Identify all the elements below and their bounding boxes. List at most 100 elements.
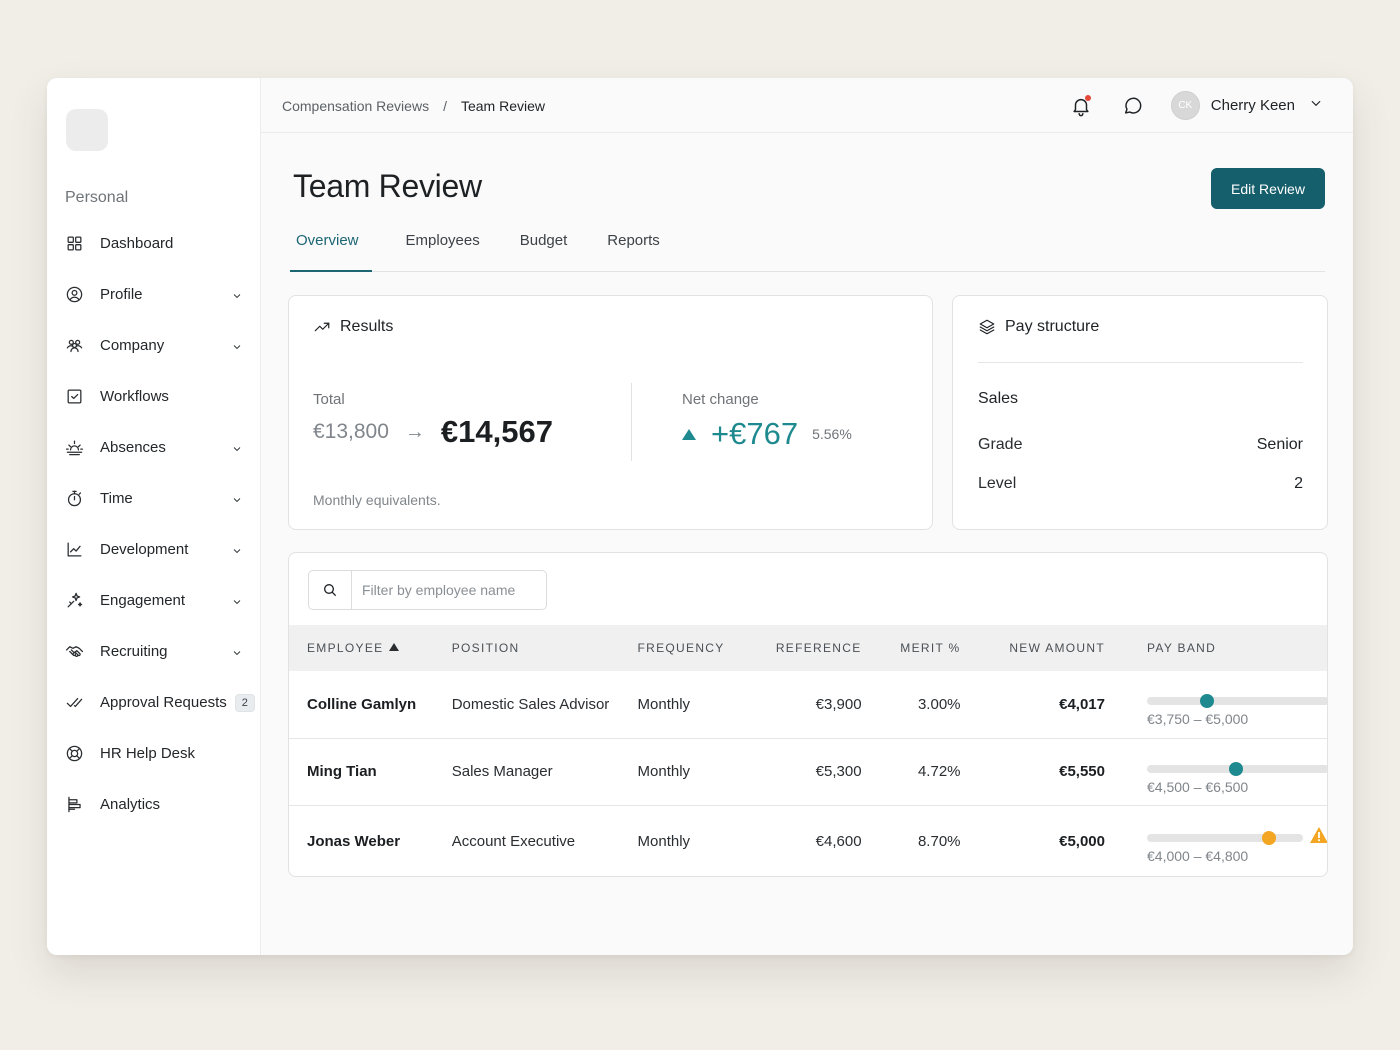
app-window: Personal Dashboard Profile Company Workflow… bbox=[47, 78, 1353, 955]
sidebar-item-workflows[interactable]: Workflows bbox=[47, 371, 261, 422]
pay-band-range: €4,000 – €4,800 bbox=[1147, 848, 1249, 865]
sunrise-icon bbox=[64, 438, 84, 458]
search-input[interactable] bbox=[352, 571, 542, 609]
pay-band-track bbox=[1147, 697, 1327, 706]
table-row[interactable]: Jonas Weber Account Executive Monthly €4,60… bbox=[289, 805, 1328, 876]
tab-reports[interactable]: Reports bbox=[601, 216, 666, 272]
position-cell: Domestic Sales Advisor bbox=[451, 671, 638, 739]
search-icon[interactable] bbox=[309, 571, 352, 609]
net-change-row: +€767 5.56% bbox=[682, 416, 852, 452]
chevron-down-icon[interactable] bbox=[231, 340, 243, 352]
employee-search bbox=[308, 570, 547, 610]
frequency-cell: Monthly bbox=[637, 832, 691, 850]
divider bbox=[631, 383, 632, 461]
breadcrumb-separator: / bbox=[443, 98, 447, 114]
pay-band-cell: €4,500 – €6,500 bbox=[1105, 738, 1327, 806]
employee-name[interactable]: Colline Gamlyn bbox=[289, 671, 452, 739]
chart-line-icon bbox=[64, 540, 84, 560]
sidebar-item-label: Time bbox=[100, 490, 133, 507]
chevron-down-icon[interactable] bbox=[1309, 96, 1323, 115]
tab-employees[interactable]: Employees bbox=[400, 216, 486, 272]
tab-budget[interactable]: Budget bbox=[514, 216, 574, 272]
top-actions: CK Cherry Keen bbox=[1067, 91, 1323, 120]
merit-cell[interactable]: 8.70% bbox=[862, 805, 961, 876]
layers-icon bbox=[979, 319, 995, 335]
pay-structure-title: Pay structure bbox=[978, 318, 1099, 336]
chevron-down-icon[interactable] bbox=[231, 493, 243, 505]
column-position[interactable]: POSITION bbox=[452, 625, 638, 671]
sidebar-item-time[interactable]: Time bbox=[47, 473, 261, 524]
reference-cell: €4,600 bbox=[815, 832, 862, 850]
sidebar-item-engagement[interactable]: Engagement bbox=[47, 575, 261, 626]
main-area: Compensation Reviews / Team Review CK Ch… bbox=[261, 78, 1353, 955]
column-merit[interactable]: MERIT % bbox=[862, 625, 961, 671]
warning-icon[interactable] bbox=[1309, 826, 1328, 844]
employee-name[interactable]: Ming Tian bbox=[289, 738, 452, 806]
column-pay-band[interactable]: PAY BAND bbox=[1105, 625, 1327, 671]
column-new-amount[interactable]: NEW AMOUNT bbox=[961, 625, 1105, 671]
results-footnote: Monthly equivalents. bbox=[313, 492, 441, 508]
sidebar-item-label: Profile bbox=[100, 286, 143, 303]
pay-band-track bbox=[1147, 834, 1303, 843]
chevron-down-icon[interactable] bbox=[231, 595, 243, 607]
pay-band-cell: €4,000 – €4,800 bbox=[1105, 805, 1328, 876]
sidebar-item-label: Engagement bbox=[100, 592, 186, 609]
chevron-down-icon[interactable] bbox=[231, 544, 243, 556]
merit-cell[interactable]: 3.00% bbox=[861, 671, 961, 739]
arrow-right-icon: → bbox=[404, 420, 425, 443]
table-header-row: EMPLOYEE POSITION FREQUENCY REFERENCE ME… bbox=[289, 625, 1327, 671]
column-employee[interactable]: EMPLOYEE bbox=[289, 625, 452, 671]
net-change-percent: 5.56% bbox=[812, 426, 852, 442]
bell-icon[interactable] bbox=[1067, 92, 1095, 120]
merit-cell[interactable]: 4.72% bbox=[861, 738, 961, 806]
breadcrumb-compensation-reviews[interactable]: Compensation Reviews bbox=[282, 98, 429, 114]
pay-band-marker bbox=[1262, 831, 1276, 846]
user-circle-icon bbox=[64, 285, 84, 305]
sidebar-item-dashboard[interactable]: Dashboard bbox=[47, 218, 261, 269]
tab-overview[interactable]: Overview bbox=[290, 216, 372, 272]
column-reference[interactable]: REFERENCE bbox=[749, 625, 862, 671]
divider bbox=[978, 362, 1303, 363]
employee-name[interactable]: Jonas Weber bbox=[289, 805, 452, 876]
handshake-icon bbox=[64, 642, 84, 662]
chevron-down-icon[interactable] bbox=[231, 289, 243, 301]
trending-up-icon bbox=[314, 322, 330, 332]
frequency-cell: Monthly bbox=[637, 671, 750, 739]
grade-row: Grade Senior bbox=[978, 436, 1303, 454]
sidebar-item-hr-help-desk[interactable]: HR Help Desk bbox=[47, 728, 261, 779]
net-change-label: Net change bbox=[682, 391, 759, 408]
table-row[interactable]: Colline Gamlyn Domestic Sales Advisor Mont… bbox=[289, 671, 1327, 739]
results-card: Results Total €13,800 → €14,567 Net chan… bbox=[288, 295, 933, 530]
new-amount-cell: €5,550 bbox=[960, 738, 1105, 806]
pay-band: €4,000 – €4,800 bbox=[1147, 821, 1328, 865]
chat-icon[interactable] bbox=[1119, 92, 1147, 120]
sidebar-item-approval-requests[interactable]: Approval Requests 2 bbox=[47, 677, 261, 728]
top-bar: Compensation Reviews / Team Review CK Ch… bbox=[261, 78, 1353, 133]
breadcrumb: Compensation Reviews / Team Review bbox=[282, 98, 545, 114]
sort-ascending-icon[interactable] bbox=[389, 643, 400, 651]
pay-structure-card: Pay structure Sales Grade Senior Level 2 bbox=[952, 295, 1328, 530]
level-value: 2 bbox=[1294, 475, 1303, 492]
chevron-down-icon[interactable] bbox=[231, 646, 243, 658]
chevron-down-icon[interactable] bbox=[231, 442, 243, 454]
level-row: Level 2 bbox=[978, 475, 1303, 493]
sidebar-item-absences[interactable]: Absences bbox=[47, 422, 261, 473]
sidebar-item-recruiting[interactable]: Recruiting bbox=[47, 626, 261, 677]
edit-review-button[interactable]: Edit Review bbox=[1211, 168, 1325, 209]
sidebar-item-label: Development bbox=[100, 541, 189, 558]
avatar[interactable]: CK bbox=[1170, 91, 1200, 120]
new-amount-cell: €4,017 bbox=[960, 671, 1105, 739]
employee-table: EMPLOYEE POSITION FREQUENCY REFERENCE ME… bbox=[289, 625, 1328, 876]
pay-department: Sales bbox=[978, 390, 1019, 407]
sidebar-item-profile[interactable]: Profile bbox=[47, 269, 261, 320]
column-frequency[interactable]: FREQUENCY bbox=[638, 625, 750, 671]
sidebar-item-analytics[interactable]: Analytics bbox=[47, 779, 261, 830]
user-name[interactable]: Cherry Keen bbox=[1211, 97, 1295, 114]
table-row[interactable]: Ming Tian Sales Manager Monthly €5,300 4.72%… bbox=[289, 738, 1327, 806]
sidebar-item-label: Workflows bbox=[100, 388, 169, 405]
company-logo[interactable] bbox=[66, 109, 108, 151]
checkbox-icon bbox=[64, 387, 84, 407]
grade-value: Senior bbox=[1256, 436, 1303, 453]
sidebar-item-company[interactable]: Company bbox=[47, 320, 261, 371]
sidebar-item-development[interactable]: Development bbox=[47, 524, 261, 575]
